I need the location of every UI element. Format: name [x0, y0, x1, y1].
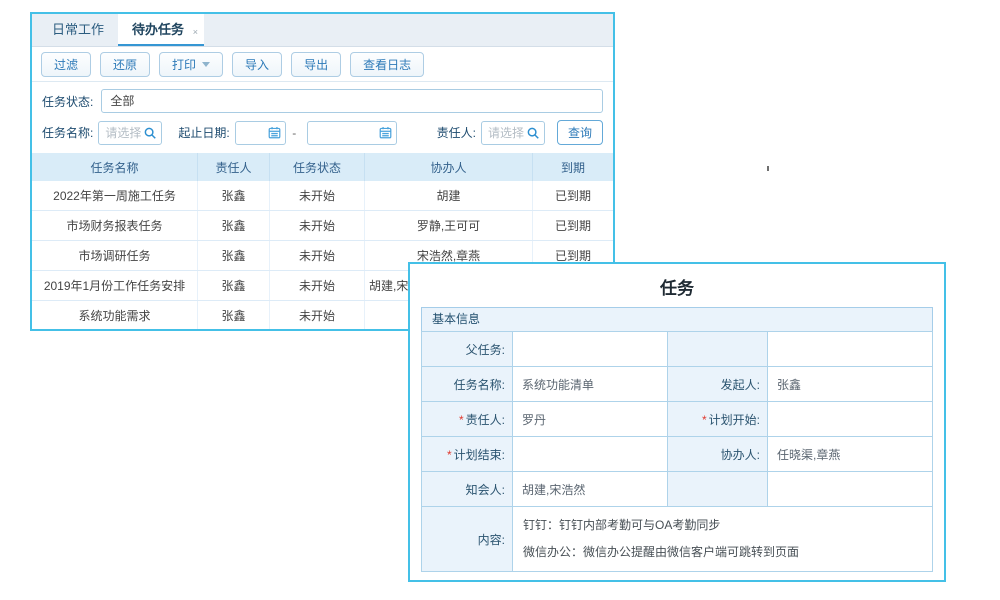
date-range-label: 起止日期:: [178, 124, 229, 141]
due-cell: 已到期: [533, 211, 613, 240]
chevron-down-icon: [202, 62, 210, 67]
empty-value-cell: [768, 332, 933, 367]
plan-start-value[interactable]: [768, 402, 933, 437]
owner-input[interactable]: 请选择: [481, 121, 545, 145]
col-helpers[interactable]: 协办人: [365, 153, 533, 181]
search-icon[interactable]: [526, 126, 540, 140]
desktop-canvas: 日常工作 待办任务 × 过滤 还原 打印 导入 导出 查看日志 任务状态: 全部…: [0, 0, 1000, 600]
content-line-1: 钉钉：钉钉内部考勤可与OA考勤同步: [523, 512, 922, 539]
form-row-notified: 知会人: 胡建,宋浩然: [422, 472, 933, 507]
parent-task-label: 父任务:: [422, 332, 513, 367]
due-cell: 已到期: [533, 181, 613, 210]
form-row-content: 内容: 钉钉：钉钉内部考勤可与OA考勤同步 微信办公：微信办公提醒由微信客户端可…: [422, 507, 933, 572]
form-row-plan-end: *计划结束: 协办人: 任晓渠,章燕: [422, 437, 933, 472]
initiator-label: 发起人:: [668, 367, 768, 402]
owner-value[interactable]: 罗丹: [513, 402, 668, 437]
export-button[interactable]: 导出: [291, 52, 341, 77]
col-owner[interactable]: 责任人: [198, 153, 270, 181]
empty-label-cell: [668, 472, 768, 507]
empty-label-cell: [668, 332, 768, 367]
date-to-input[interactable]: [307, 121, 396, 145]
content-label: 内容:: [422, 507, 513, 572]
status-cell: 未开始: [270, 241, 365, 270]
owner-link[interactable]: 张鑫: [198, 301, 270, 330]
notified-value[interactable]: 胡建,宋浩然: [513, 472, 668, 507]
view-log-button[interactable]: 查看日志: [350, 52, 424, 77]
basic-info-section-header: 基本信息: [421, 307, 933, 332]
col-due[interactable]: 到期: [533, 153, 613, 181]
date-range-separator: -: [292, 126, 296, 140]
date-from-input[interactable]: [235, 121, 287, 145]
required-marker: *: [447, 448, 452, 462]
status-cell: 未开始: [270, 301, 365, 330]
task-name-link[interactable]: 市场财务报表任务: [32, 211, 198, 240]
form-row-owner: *责任人: 罗丹 *计划开始:: [422, 402, 933, 437]
stray-mark: [767, 166, 769, 171]
filter-bar: 任务状态: 全部 任务名称: 请选择 起止日期:: [32, 82, 613, 153]
calendar-icon[interactable]: [268, 126, 281, 139]
table-row: 2022年第一周施工任务 张鑫 未开始 胡建 已到期: [32, 181, 613, 211]
tab-todo-tasks[interactable]: 待办任务 ×: [118, 14, 204, 46]
form-row-parent-task: 父任务:: [422, 332, 933, 367]
owner-label: *责任人:: [422, 402, 513, 437]
import-button[interactable]: 导入: [232, 52, 282, 77]
form-row-task-name: 任务名称: 系统功能清单 发起人: 张鑫: [422, 367, 933, 402]
close-icon[interactable]: ×: [193, 16, 198, 48]
owner-link[interactable]: 张鑫: [198, 211, 270, 240]
helpers-label: 协办人:: [668, 437, 768, 472]
table-row: 市场财务报表任务 张鑫 未开始 罗静,王可可 已到期: [32, 211, 613, 241]
task-name-link[interactable]: 2019年1月份工作任务安排: [32, 271, 198, 300]
task-name-link[interactable]: 系统功能需求: [32, 301, 198, 330]
task-name-label: 任务名称:: [422, 367, 513, 402]
initiator-value: 张鑫: [768, 367, 933, 402]
task-name-link[interactable]: 2022年第一周施工任务: [32, 181, 198, 210]
status-cell: 未开始: [270, 211, 365, 240]
owner-link[interactable]: 张鑫: [198, 181, 270, 210]
task-name-link[interactable]: 市场调研任务: [32, 241, 198, 270]
task-status-select[interactable]: 全部: [101, 89, 603, 113]
helpers-cell: 胡建: [365, 181, 533, 210]
status-cell: 未开始: [270, 271, 365, 300]
required-marker: *: [702, 413, 707, 427]
print-button-label: 打印: [172, 56, 196, 73]
plan-end-value[interactable]: [513, 437, 668, 472]
parent-task-value[interactable]: [513, 332, 668, 367]
table-header: 任务名称 责任人 任务状态 协办人 到期: [32, 153, 613, 181]
tab-todo-label: 待办任务: [132, 22, 184, 37]
plan-end-label: *计划结束:: [422, 437, 513, 472]
calendar-icon[interactable]: [379, 126, 392, 139]
col-task-name[interactable]: 任务名称: [32, 153, 198, 181]
content-value[interactable]: 钉钉：钉钉内部考勤可与OA考勤同步 微信办公：微信办公提醒由微信客户端可跳转到页…: [513, 507, 933, 572]
tab-daily-work[interactable]: 日常工作: [38, 14, 118, 46]
search-icon[interactable]: [143, 126, 157, 140]
empty-value-cell: [768, 472, 933, 507]
print-button[interactable]: 打印: [159, 52, 223, 77]
owner-placeholder: 请选择: [488, 124, 526, 141]
task-name-label: 任务名称:: [42, 124, 93, 141]
filter-button[interactable]: 过滤: [41, 52, 91, 77]
content-line-2: 微信办公：微信办公提醒由微信客户端可跳转到页面: [523, 539, 922, 566]
required-marker: *: [459, 413, 464, 427]
plan-start-label: *计划开始:: [668, 402, 768, 437]
dialog-title: 任务: [421, 274, 933, 299]
helpers-cell: 罗静,王可可: [365, 211, 533, 240]
task-name-value[interactable]: 系统功能清单: [513, 367, 668, 402]
task-status-label: 任务状态:: [42, 93, 93, 110]
helpers-value[interactable]: 任晓渠,章燕: [768, 437, 933, 472]
owner-link[interactable]: 张鑫: [198, 271, 270, 300]
restore-button[interactable]: 还原: [100, 52, 150, 77]
status-cell: 未开始: [270, 181, 365, 210]
toolbar: 过滤 还原 打印 导入 导出 查看日志: [32, 47, 613, 82]
task-name-input[interactable]: 请选择: [98, 121, 162, 145]
query-button[interactable]: 查询: [557, 120, 603, 145]
owner-label: 责任人:: [437, 124, 476, 141]
tab-bar: 日常工作 待办任务 ×: [32, 14, 613, 47]
task-name-placeholder: 请选择: [105, 124, 143, 141]
task-detail-dialog: 任务 基本信息 父任务: 任务名称: 系统功能清单 发起人: 张鑫 *责任人: …: [408, 262, 946, 582]
col-status[interactable]: 任务状态: [270, 153, 365, 181]
notified-label: 知会人:: [422, 472, 513, 507]
owner-link[interactable]: 张鑫: [198, 241, 270, 270]
task-detail-form: 父任务: 任务名称: 系统功能清单 发起人: 张鑫 *责任人: 罗丹 *计划开始…: [421, 331, 933, 572]
